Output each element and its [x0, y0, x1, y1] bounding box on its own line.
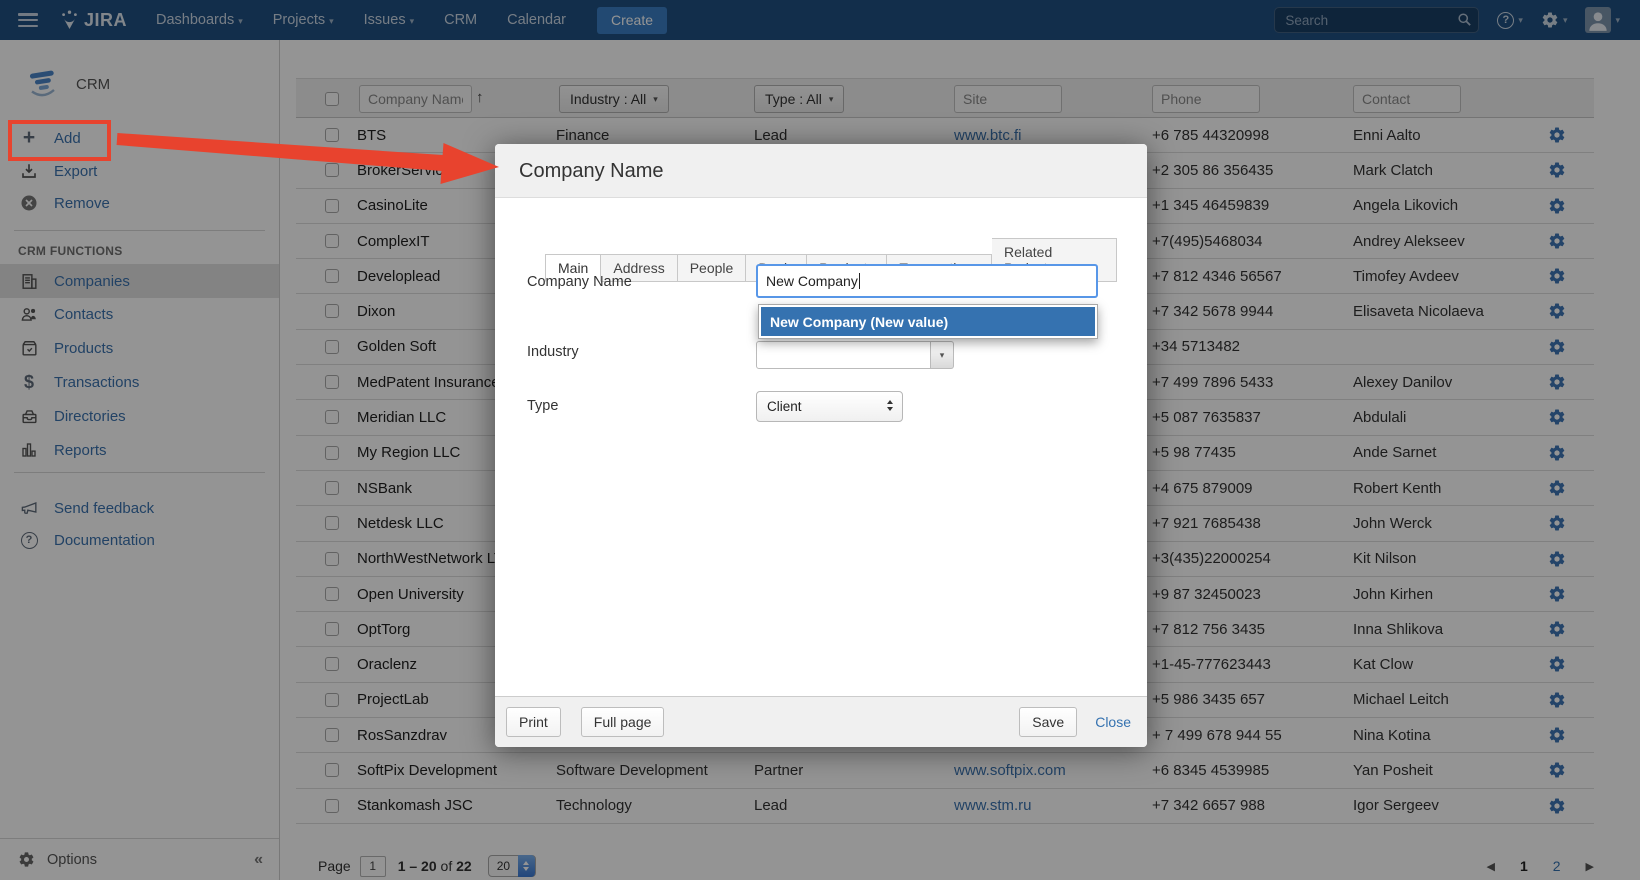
- annotation-highlight-box: [8, 120, 111, 161]
- tab-people[interactable]: People: [678, 254, 747, 282]
- select-arrows-icon: [887, 400, 893, 411]
- chevron-down-icon: ▾: [940, 350, 945, 361]
- industry-input[interactable]: [756, 341, 931, 369]
- company-name-label: Company Name: [527, 274, 632, 290]
- type-select[interactable]: Client: [756, 391, 903, 422]
- type-label: Type: [527, 398, 558, 414]
- industry-dropdown-button[interactable]: ▾: [931, 341, 954, 369]
- save-button[interactable]: Save: [1019, 707, 1077, 737]
- autocomplete-suggestion[interactable]: New Company (New value): [761, 307, 1095, 336]
- jira-crm-app: JIRA Dashboards▾ Projects▾ Issues▾ CRM C…: [0, 0, 1640, 880]
- print-button[interactable]: Print: [506, 707, 561, 737]
- text-caret: [859, 273, 860, 289]
- company-dialog: Company Name Main Address People Deals P…: [495, 144, 1147, 747]
- autocomplete-dropdown: New Company (New value): [758, 304, 1098, 339]
- company-name-input[interactable]: New Company: [756, 264, 1098, 298]
- dialog-title: Company Name: [495, 144, 1147, 198]
- industry-label: Industry: [527, 344, 579, 360]
- dialog-footer: Print Full page Save Close: [495, 696, 1147, 747]
- close-link[interactable]: Close: [1095, 714, 1131, 730]
- full-page-button[interactable]: Full page: [581, 707, 665, 737]
- industry-combobox: ▾: [756, 341, 954, 369]
